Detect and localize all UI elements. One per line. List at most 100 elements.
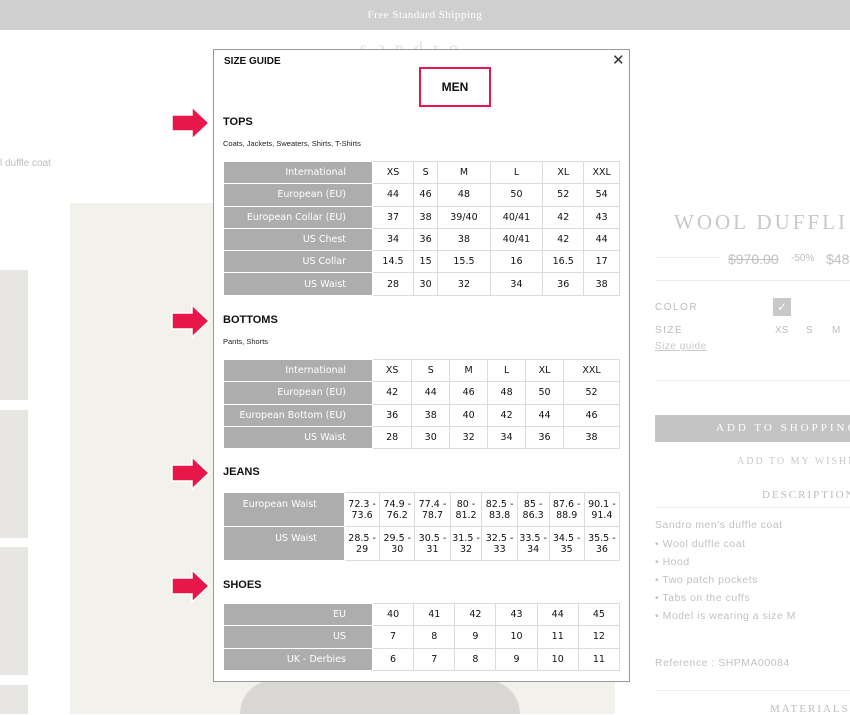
row-header: US Collar [223, 250, 373, 274]
row-header: European (EU) [223, 183, 373, 207]
table-cell: 44 [372, 183, 414, 207]
table-cell: 40/41 [489, 227, 544, 252]
table-cell: 41 [413, 602, 456, 627]
table-cell: 16 [489, 250, 544, 274]
description-line: • Hood [655, 556, 690, 568]
table-row: European (EU) 42 44 46 48 50 52 [223, 381, 620, 405]
table-row: US Waist 28 30 32 34 36 38 [223, 272, 620, 296]
table-cell: 50 [525, 381, 564, 405]
color-label: COLOR [655, 302, 699, 313]
table-cell: 36 [525, 425, 564, 450]
description-heading[interactable]: DESCRIPTION [762, 489, 850, 501]
table-cell: XXL [563, 358, 620, 383]
table-cell: 42 [454, 602, 497, 627]
table-row: European Collar (EU) 37 38 39/40 40/41 42 43 [223, 205, 620, 229]
table-cell: 28.5 - 29 [343, 526, 381, 561]
materials-heading[interactable]: MATERIALS [770, 703, 850, 715]
shipping-banner: Free Standard Shipping [0, 0, 850, 30]
product-reference: Reference : SHPMA00084 [655, 657, 790, 669]
table-cell: 11 [536, 625, 579, 649]
table-cell: 44 [411, 381, 451, 405]
close-icon[interactable]: ✕ [612, 51, 625, 69]
sale-price: $48 [826, 251, 850, 267]
table-cell: 28 [372, 272, 414, 296]
size-option-m[interactable]: M [832, 325, 840, 336]
table-cell: XXL [583, 160, 620, 185]
table-row: US Chest 34 36 38 40/41 42 44 [223, 227, 620, 252]
table-cell: 52 [563, 381, 620, 405]
bottoms-size-table: International XS S M L XL XXL European (EU) 42 44… [223, 358, 620, 450]
table-cell: 15 [412, 250, 439, 274]
table-cell: 36 [412, 227, 439, 252]
product-thumbnail[interactable] [0, 547, 28, 675]
color-swatch[interactable]: ✓ [773, 298, 791, 316]
size-option-s[interactable]: S [806, 325, 813, 336]
table-cell: 74.9 - 76.2 [379, 492, 416, 527]
old-price: $970.00 [728, 251, 779, 267]
row-header: US Waist [223, 272, 373, 296]
table-cell: 44 [525, 403, 564, 427]
table-cell: 72.3 - 73.6 [343, 492, 381, 527]
table-cell: 35.5 - 36 [583, 526, 621, 561]
table-cell: 43 [583, 205, 620, 229]
row-header: UK - Derbies [223, 647, 373, 671]
product-image-model [240, 680, 520, 714]
product-thumbnail[interactable] [0, 270, 28, 400]
table-row: EU 40 41 42 43 44 45 [223, 602, 621, 627]
product-thumbnail[interactable] [0, 685, 28, 714]
table-cell: 45 [577, 602, 621, 627]
table-cell: XS [372, 160, 414, 185]
divider [655, 380, 850, 381]
table-cell: 38 [563, 425, 620, 450]
table-row: European Waist 72.3 - 73.6 74.9 - 76.2 77.4… [223, 492, 621, 527]
table-cell: 46 [563, 403, 620, 427]
add-to-wishlist-link[interactable]: ADD TO MY WISHLI [737, 456, 850, 467]
breadcrumb[interactable]: l duffle coat [0, 158, 51, 169]
table-row: US Waist 28.5 - 29 29.5 - 30 30.5 - 31 31.5 … [223, 526, 621, 561]
table-cell: 34.5 - 35 [548, 526, 585, 561]
table-cell: XS [371, 358, 413, 383]
table-cell: 39/40 [437, 205, 491, 229]
divider [655, 690, 850, 691]
description-line: • Wool duffle coat [655, 538, 746, 550]
table-cell: 44 [536, 602, 579, 627]
table-cell: 48 [437, 183, 491, 207]
row-header: EU [223, 602, 373, 627]
table-row: European (EU) 44 46 48 50 52 54 [223, 183, 620, 207]
table-cell: 8 [413, 625, 456, 649]
table-cell: 14.5 [372, 250, 414, 274]
product-thumbnail[interactable] [0, 410, 28, 538]
tops-size-table: International XS S M L XL XXL European (EU) 44 46… [223, 160, 620, 296]
divider [655, 280, 850, 281]
table-cell: 30 [411, 425, 451, 450]
table-cell: 52 [542, 183, 585, 207]
row-header: International [223, 358, 373, 383]
table-cell: 34 [489, 272, 544, 296]
table-cell: 29.5 - 30 [379, 526, 416, 561]
section-title-jeans: JEANS [223, 466, 260, 478]
table-cell: 17 [583, 250, 620, 274]
table-cell: 42 [371, 381, 413, 405]
row-header: US Chest [223, 227, 373, 252]
size-guide-modal: SIZE GUIDE ✕ MEN TOPS Coats, Jackets, Sw… [171, 49, 630, 682]
section-subtitle-bottoms: Pants, Shorts [223, 337, 269, 346]
divider [655, 507, 850, 508]
arrow-icon [171, 569, 211, 603]
add-to-bag-button[interactable]: ADD TO SHOPPING [655, 415, 850, 442]
tab-men[interactable]: MEN [419, 67, 491, 107]
table-cell: 38 [411, 403, 451, 427]
table-cell: 8 [454, 647, 497, 671]
size-guide-link[interactable]: Size guide [655, 341, 707, 352]
table-cell: 34 [487, 425, 527, 450]
row-header: US Waist [223, 425, 373, 450]
table-cell: 43 [495, 602, 538, 627]
table-cell: 44 [583, 227, 620, 252]
table-cell: 46 [449, 381, 489, 405]
modal-title: SIZE GUIDE [224, 56, 281, 67]
row-header: European Waist [223, 492, 345, 527]
size-option-xs[interactable]: XS [775, 325, 788, 336]
table-cell: 12 [577, 625, 621, 649]
table-cell: 90.1 - 91.4 [583, 492, 621, 527]
table-cell: L [487, 358, 527, 383]
table-cell: 30 [412, 272, 439, 296]
